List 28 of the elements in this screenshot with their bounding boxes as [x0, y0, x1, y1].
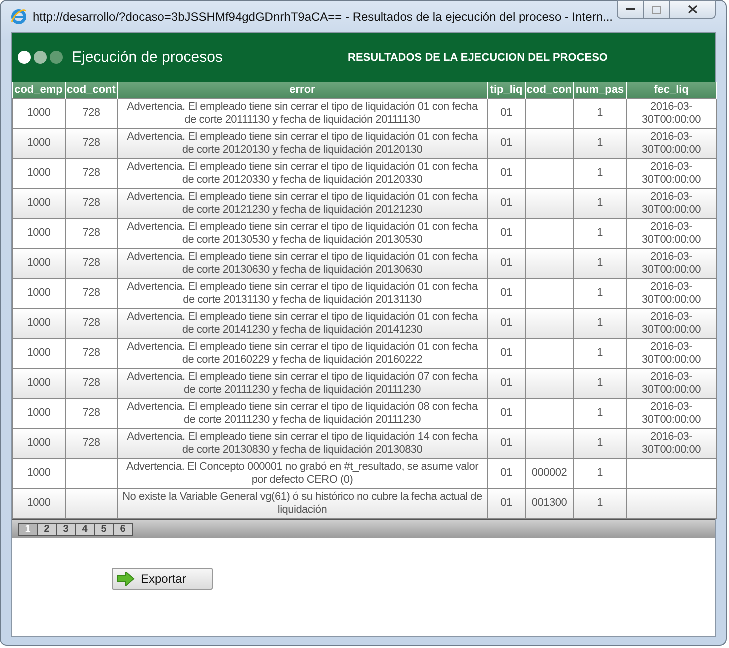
- close-button[interactable]: [669, 0, 716, 19]
- column-header: cod_con: [526, 82, 574, 98]
- dot-icon: [18, 51, 31, 64]
- column-header: cod_cont: [66, 82, 118, 98]
- minimize-button[interactable]: [617, 0, 644, 19]
- page-title: RESULTADOS DE LA EJECUCION DEL PROCESO: [348, 52, 608, 64]
- window-title: http://desarrollo/?docaso=3bJSSHMf94gdGDnrhT9aCA== - Resultados de la ejecución del proceso - Intern...: [33, 10, 612, 24]
- table-cell: Advertencia. El empleado tiene sin cerrar el tipo de liquidación 01 con fecha de corte 20111130 y fecha de liquidación 20111130: [118, 98, 488, 128]
- arrow-icon: [117, 572, 135, 586]
- column-header: cod_emp: [12, 82, 66, 98]
- column-header: tip_liq: [488, 82, 526, 98]
- browser-icon: [11, 8, 27, 24]
- page-button[interactable]: 3: [56, 522, 76, 536]
- page-button[interactable]: 2: [37, 522, 57, 536]
- minimize-icon: [626, 8, 635, 11]
- export-button[interactable]: Exportar: [112, 568, 213, 590]
- maximize-icon: [652, 6, 661, 14]
- page-button[interactable]: 5: [94, 522, 114, 536]
- column-header: num_pas: [574, 82, 626, 98]
- page-button[interactable]: 6: [113, 522, 133, 536]
- dot-icon: [34, 51, 47, 64]
- app-title: Ejecución de procesos: [72, 49, 224, 66]
- column-header: error: [118, 82, 488, 98]
- close-icon: [688, 5, 698, 14]
- dot-icon: [50, 51, 63, 64]
- column-header: fec_liq: [626, 82, 716, 98]
- table-cell: 1000: [12, 98, 66, 128]
- page-button[interactable]: 4: [75, 522, 95, 536]
